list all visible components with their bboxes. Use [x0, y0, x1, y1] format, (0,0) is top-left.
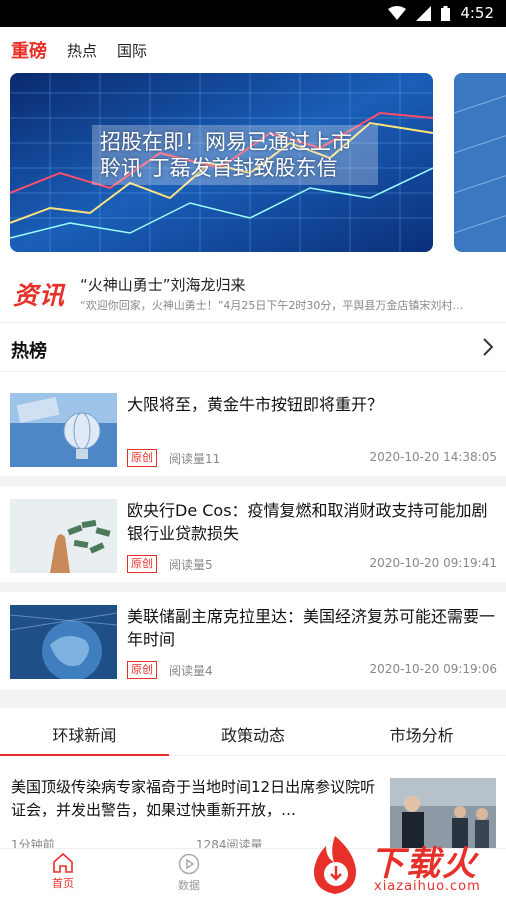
wifi-icon [388, 6, 407, 20]
status-time: 4:52 [460, 4, 494, 22]
article-title: 大限将至，黄金牛市按钮即将重开？ [127, 395, 384, 414]
chevron-right-icon[interactable] [483, 338, 494, 360]
watermark-brand: 下载火 [370, 844, 478, 884]
xiazaihuo-watermark: 下载火 xiazaihuo.com [300, 832, 506, 900]
news-flash-subtitle: “欢迎你回家，火神山勇士！”4月25日下午2时30分，平舆县万金店镇宋刘村… [80, 299, 464, 312]
article-title: 美联储副主席克拉里达：美国经济复苏可能还需要一年时间 [127, 607, 496, 649]
section-tabs: 环球新闻 政策动态 市场分析 [0, 708, 506, 756]
banner-slide[interactable]: 招股在即！网易已通过上市聆讯 丁磊发首封致股东信 [10, 73, 433, 252]
tab-redian[interactable]: 热点 [67, 40, 97, 61]
article-meta: 原创 阅读量5 2020-10-20 09:19:41 [127, 555, 497, 573]
read-count: 阅读量5 [169, 558, 213, 572]
tab-zhongbang[interactable]: 重磅 [11, 37, 47, 63]
news-flash[interactable]: 资讯 “火神山勇士”刘海龙归来 “欢迎你回家，火神山勇士！”4月25日下午2时3… [0, 262, 506, 322]
flame-logo-icon [304, 834, 366, 900]
nav-home[interactable]: 首页 [33, 853, 93, 891]
read-count: 阅读量4 [169, 664, 213, 678]
news-flash-logo: 资讯 [13, 281, 66, 310]
status-bar: 4:52 [0, 0, 506, 27]
separator-band [0, 690, 506, 708]
top-category-tabs: 重磅 热点 国际 [0, 27, 506, 73]
battery-icon [441, 5, 451, 21]
feed-title: 美国顶级传染病专家福奇于当地时间12日出席参议院听证会，并发出警告，如果过快重新… [11, 778, 376, 819]
tab-global-news[interactable]: 环球新闻 [0, 708, 169, 756]
article-meta: 原创 阅读量11 2020-10-20 14:38:05 [127, 449, 497, 467]
nav-home-label: 首页 [52, 877, 74, 890]
original-badge: 原创 [127, 449, 157, 467]
article-meta: 原创 阅读量4 2020-10-20 09:19:06 [127, 661, 497, 679]
article-item[interactable]: 美联储副主席克拉里达：美国经济复苏可能还需要一年时间 原创 阅读量4 2020-… [0, 583, 506, 683]
play-circle-icon [159, 853, 219, 875]
hot-list-title: 热榜 [11, 341, 47, 362]
article-thumbnail [10, 605, 117, 679]
nav-data[interactable]: 数据 [159, 853, 219, 893]
publish-date: 2020-10-20 14:38:05 [369, 450, 497, 464]
news-flash-title: “火神山勇士”刘海龙归来 [80, 276, 246, 294]
tab-policy-updates[interactable]: 政策动态 [169, 708, 338, 755]
article-title: 欧央行De Cos：疫情复燃和取消财政支持可能加剧银行业贷款损失 [127, 501, 488, 543]
original-badge: 原创 [127, 555, 157, 573]
original-badge: 原创 [127, 661, 157, 679]
tab-guoji[interactable]: 国际 [117, 40, 147, 61]
hot-list-header[interactable]: 热榜 [0, 323, 506, 371]
read-count: 阅读量11 [169, 452, 221, 466]
signal-icon [416, 5, 432, 21]
banner-next-slide[interactable] [454, 73, 506, 252]
article-thumbnail [10, 393, 117, 467]
publish-date: 2020-10-20 09:19:06 [369, 662, 497, 676]
article-item[interactable]: 欧央行De Cos：疫情复燃和取消财政支持可能加剧银行业贷款损失 原创 阅读量5… [0, 477, 506, 577]
nav-data-label: 数据 [178, 879, 200, 892]
article-thumbnail [10, 499, 117, 573]
banner-headline: 招股在即！网易已通过上市聆讯 丁磊发首封致股东信 [92, 125, 378, 185]
publish-date: 2020-10-20 09:19:41 [369, 556, 497, 570]
article-item[interactable]: 大限将至，黄金牛市按钮即将重开？ 原创 阅读量11 2020-10-20 14:… [0, 371, 506, 471]
home-icon [33, 853, 93, 873]
watermark-url: xiazaihuo.com [374, 879, 481, 894]
tab-market-analysis[interactable]: 市场分析 [337, 708, 506, 755]
